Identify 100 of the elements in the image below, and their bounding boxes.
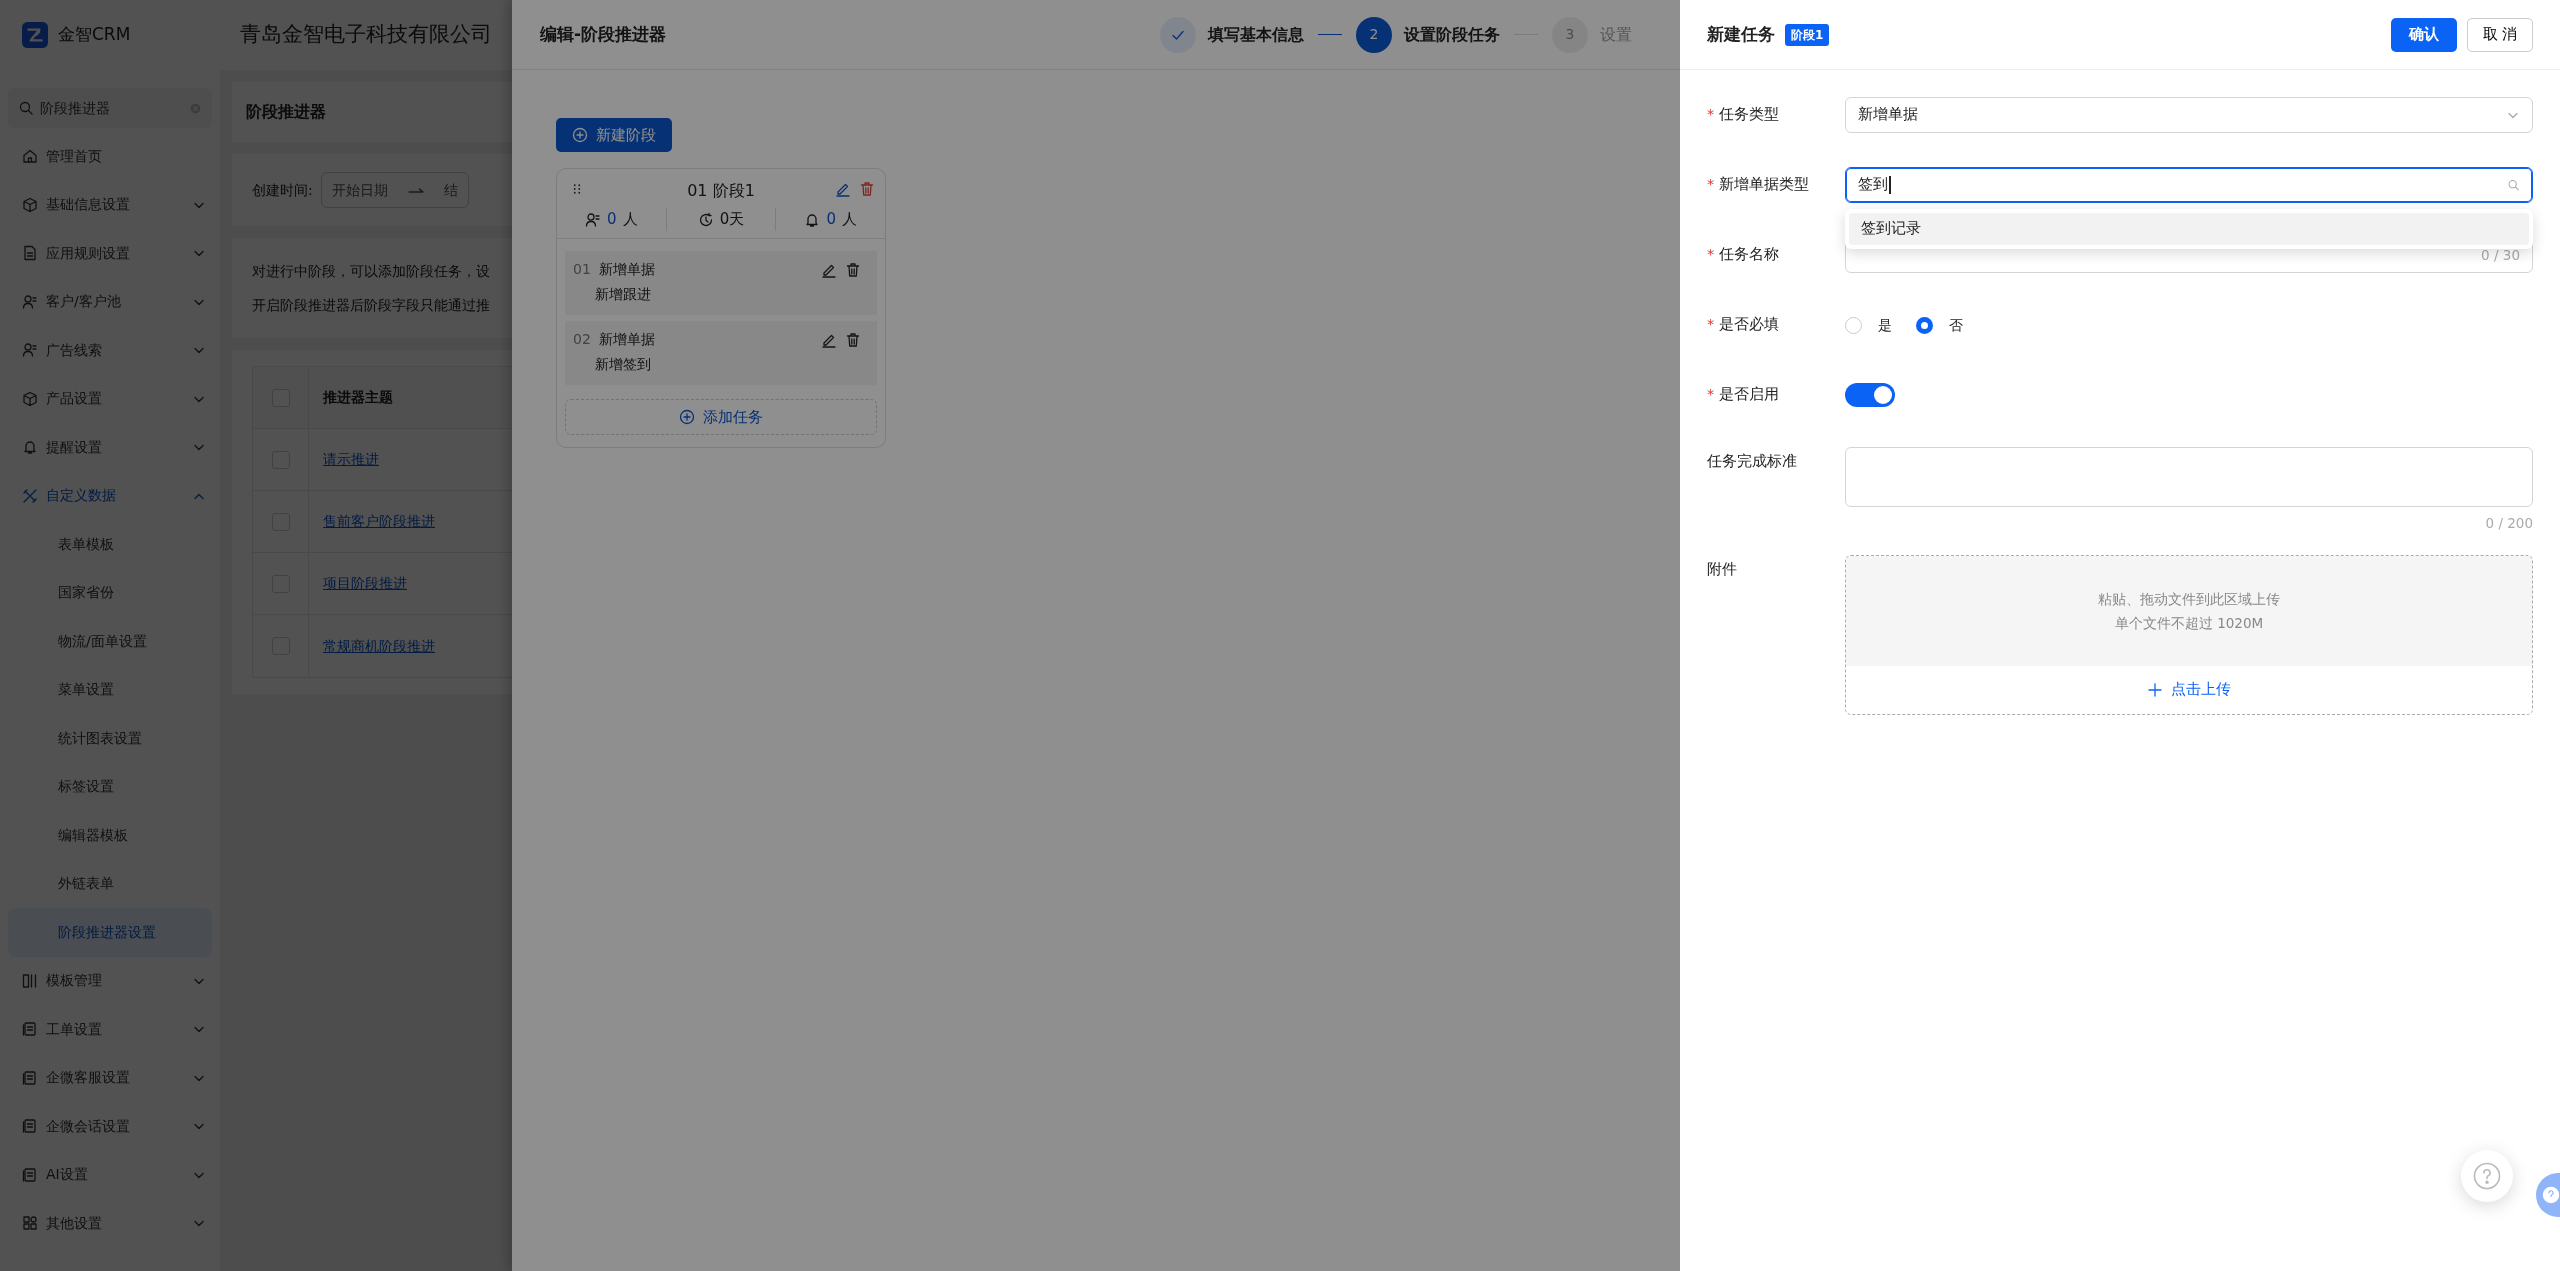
upload-area[interactable]: 粘贴、拖动文件到此区域上传 单个文件不超过 1020M 点击上传 (1845, 555, 2533, 716)
delete-icon (845, 261, 861, 278)
task-item[interactable]: 01 新增单据 新增跟进 (565, 251, 877, 315)
reminder-count: 0 (826, 209, 836, 231)
stage-tag: 阶段1 (1785, 23, 1830, 46)
submenu-item[interactable]: 国家省份 (0, 568, 220, 617)
field-label: 任务名称 (1719, 245, 1780, 265)
help-icon (2472, 1161, 2502, 1191)
radio-label: 否 (1949, 315, 1963, 335)
step-label: 设置 (1600, 23, 1633, 46)
filter-label: 创建时间: (252, 180, 313, 200)
text-area[interactable] (1845, 447, 2533, 507)
required-mark: * (1707, 245, 1715, 265)
cube-icon (22, 196, 38, 213)
new-stage-button[interactable]: 新建阶段 (556, 118, 672, 152)
upload-limit: 单个文件不超过 1020M (2114, 614, 2264, 634)
menu-item[interactable]: AI设置 (0, 1150, 220, 1199)
unit-label: 人 (841, 209, 857, 231)
note-text: 开启阶段推进器后阶段字段只能通过推 (252, 296, 491, 315)
menu-item[interactable]: 模板管理 (0, 956, 220, 1005)
submenu-item[interactable]: 表单模板 (0, 520, 220, 569)
drag-handle-icon (571, 181, 583, 197)
task-type: 新增单据 (599, 260, 655, 279)
radio-button[interactable] (1916, 316, 1933, 334)
logo-icon (22, 22, 48, 48)
step-circle: 2 (1356, 16, 1393, 53)
owner-count: 0 (607, 209, 617, 231)
bell-icon (22, 439, 38, 456)
note-text: 对进行中阶段，可以添加阶段任务，设 (252, 262, 491, 281)
form-icon (22, 1166, 38, 1183)
step-circle: 3 (1552, 16, 1589, 53)
table-link[interactable]: 常规商机阶段推进 (309, 635, 435, 657)
submenu-item[interactable]: 外链表单 (0, 859, 220, 908)
add-task-button[interactable]: 添加任务 (565, 399, 877, 435)
user-list-icon (22, 293, 38, 310)
bell-icon (804, 211, 821, 228)
table-link[interactable]: 项目阶段推进 (309, 573, 407, 594)
field-label: 新增单据类型 (1719, 175, 1810, 195)
edit-icon (835, 181, 851, 197)
menu-item[interactable]: 其他设置 (0, 1199, 220, 1248)
task-number: 01 (573, 260, 592, 279)
delete-icon (859, 181, 875, 197)
menu-item[interactable]: 企微客服设置 (0, 1053, 220, 1102)
plus-icon (2147, 682, 2163, 699)
field-label: 是否启用 (1719, 385, 1780, 405)
help-button[interactable] (2461, 1150, 2513, 1202)
task-item[interactable]: 02 新增单据 新增签到 (565, 321, 877, 385)
tools-icon (22, 487, 38, 504)
field-label: 任务类型 (1719, 105, 1780, 125)
search-field[interactable]: 签到 (1845, 167, 2533, 203)
menu-item[interactable]: 应用规则设置 (0, 229, 220, 278)
task-name: 新增签到 (594, 355, 652, 374)
confirm-button[interactable]: 确认 (2391, 17, 2457, 52)
menu-item[interactable]: 企微会话设置 (0, 1102, 220, 1151)
char-counter: 0 / 200 (2485, 514, 2533, 533)
menu-item[interactable]: 客户/客户池 (0, 277, 220, 326)
form-icon (22, 1118, 38, 1135)
submenu-item[interactable]: 物流/面单设置 (0, 617, 220, 666)
submenu-item[interactable]: 阶段推进器设置 (8, 908, 212, 957)
plus-circle-icon (679, 409, 695, 425)
stage-title: 01 阶段1 (687, 181, 755, 200)
toggle-switch[interactable] (1845, 383, 1895, 407)
field-label: 任务完成标准 (1707, 452, 1797, 471)
menu-item[interactable]: 产品设置 (0, 374, 220, 423)
select-field[interactable]: 新增单据 (1845, 97, 2533, 133)
menu-item[interactable]: 工单设置 (0, 1005, 220, 1054)
field-label: 附件 (1707, 560, 1737, 580)
form-icon (22, 1069, 38, 1086)
drawer-title: 新建任务 (1707, 22, 1775, 46)
submenu-item[interactable]: 统计图表设置 (0, 714, 220, 763)
home-icon (22, 148, 38, 165)
cancel-button[interactable]: 取 消 (2467, 17, 2533, 52)
field-label: 是否必填 (1719, 315, 1780, 335)
document-icon (22, 245, 38, 262)
submenu-item[interactable]: 编辑器模板 (0, 811, 220, 860)
unit-label: 人 (622, 209, 638, 231)
task-number: 02 (573, 330, 592, 349)
menu-item[interactable]: 提醒设置 (0, 423, 220, 472)
submenu-item[interactable]: 标签设置 (0, 762, 220, 811)
table-link[interactable]: 售前客户阶段推进 (309, 511, 435, 532)
menu-item[interactable]: 自定义数据 (0, 471, 220, 520)
menu-item[interactable]: 基础信息设置 (0, 180, 220, 229)
search-icon (18, 100, 34, 116)
page-title: 阶段推进器 (246, 101, 326, 123)
menu-item[interactable]: 管理首页 (0, 132, 220, 181)
form-icon (22, 1021, 38, 1038)
search-field[interactable]: 阶段推进器 (8, 88, 212, 128)
radio-label: 是 (1878, 315, 1892, 335)
table-link[interactable]: 请示推进 (309, 449, 379, 470)
layout-icon (22, 972, 38, 989)
arrow-right-icon (407, 187, 424, 193)
required-mark: * (1707, 315, 1715, 335)
company-name: 青岛金智电子科技有限公司 (240, 21, 492, 49)
help-icon (2540, 1184, 2560, 1206)
dialog-title: 编辑-阶段推进器 (540, 22, 667, 46)
submenu-item[interactable]: 菜单设置 (0, 665, 220, 714)
cube-icon (22, 390, 38, 407)
menu-item[interactable]: 广告线索 (0, 326, 220, 375)
dropdown-option[interactable]: 签到记录 (1849, 213, 2529, 245)
step-label: 填写基本信息 (1208, 23, 1305, 46)
